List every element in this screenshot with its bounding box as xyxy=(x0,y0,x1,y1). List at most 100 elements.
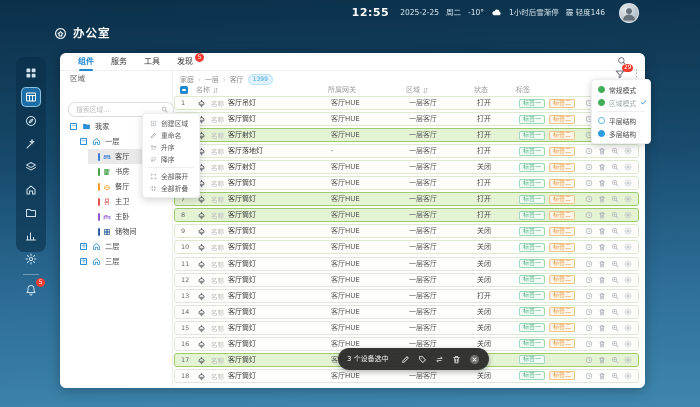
table-row[interactable]: 11 名称 客厅筒灯 客厅HUE 一层客厅 关闭 标签一 标签二 xyxy=(174,256,639,271)
context-menu-item[interactable]: 重命名 xyxy=(143,129,199,141)
context-menu-item[interactable]: 全部展开 xyxy=(143,170,199,182)
rail-item-automation[interactable] xyxy=(22,158,40,176)
inspect-icon[interactable] xyxy=(611,276,619,284)
delete-icon[interactable] xyxy=(598,356,606,364)
rail-item-scene[interactable] xyxy=(22,135,40,153)
timer-icon[interactable] xyxy=(585,324,593,332)
delete-icon[interactable] xyxy=(598,227,606,235)
rail-item-settings[interactable] xyxy=(22,250,40,268)
row-settings-icon[interactable] xyxy=(624,147,632,155)
delete-icon[interactable] xyxy=(598,372,606,380)
tab-1[interactable]: 组件 xyxy=(78,56,94,71)
timer-icon[interactable] xyxy=(585,163,593,171)
view-menu-item[interactable]: 常规模式 xyxy=(592,83,650,96)
delete-icon[interactable] xyxy=(598,340,606,348)
collapse-toggle[interactable]: − xyxy=(80,138,87,145)
delete-icon[interactable] xyxy=(598,260,606,268)
delete-icon[interactable] xyxy=(598,308,606,316)
row-settings-icon[interactable] xyxy=(624,275,632,284)
table-row[interactable]: 7 名称 客厅筒灯 客厅HUE 一层客厅 打开 标签一 标签二 xyxy=(174,192,639,207)
view-menu-item[interactable]: 多层结构 xyxy=(592,127,650,140)
inspect-icon[interactable] xyxy=(611,211,619,219)
delete-icon[interactable] xyxy=(598,211,606,219)
rail-item-home[interactable] xyxy=(22,181,40,199)
timer-icon[interactable] xyxy=(585,260,593,268)
rail-item-dashboard[interactable] xyxy=(22,64,40,82)
inspect-icon[interactable] xyxy=(611,243,619,251)
inspect-icon[interactable] xyxy=(611,195,619,203)
rail-item-files[interactable] xyxy=(22,204,40,222)
row-settings-icon[interactable] xyxy=(624,340,632,348)
table-row[interactable]: 5名称客厅射灯客厅HUE一层客厅关闭标签一标签二 xyxy=(174,160,639,175)
table-row[interactable]: 8 名称 客厅筒灯 客厅HUE 一层客厅 打开 标签一 标签二 xyxy=(174,208,639,223)
rail-item-statistics[interactable] xyxy=(22,227,40,245)
delete-icon[interactable] xyxy=(598,163,606,171)
avatar[interactable] xyxy=(619,3,639,23)
inspect-icon[interactable] xyxy=(611,179,619,187)
timer-icon[interactable] xyxy=(585,340,593,348)
collapse-toggle[interactable]: − xyxy=(70,123,77,130)
table-row[interactable]: 13 名称 客厅筒灯 客厅HUE 一层客厅 打开 标签一 标签二 xyxy=(174,288,639,303)
rail-item-devices[interactable] xyxy=(21,87,41,107)
close-icon[interactable] xyxy=(469,354,480,365)
table-row[interactable]: 18 名称 客厅筒灯 客厅HUE 一层客厅 关闭 标签一 标签二 xyxy=(174,368,639,383)
tag-icon[interactable] xyxy=(418,355,427,364)
timer-icon[interactable] xyxy=(585,356,593,364)
delete-icon[interactable] xyxy=(598,243,606,251)
table-row[interactable]: 1 名称 客厅吊灯 客厅HUE 一层客厅 打开 标签一 标签二 xyxy=(174,96,639,110)
timer-icon[interactable] xyxy=(585,292,593,300)
inspect-icon[interactable] xyxy=(611,356,619,364)
delete-icon[interactable] xyxy=(598,276,606,284)
inspect-icon[interactable] xyxy=(611,372,619,380)
delete-icon[interactable] xyxy=(452,355,461,364)
delete-icon[interactable] xyxy=(598,324,606,332)
inspect-icon[interactable] xyxy=(611,227,619,235)
timer-icon[interactable] xyxy=(585,211,593,219)
table-row[interactable]: 12 名称 客厅筒灯 客厅HUE 一层客厅 关闭 标签一 标签二 xyxy=(174,272,639,287)
timer-icon[interactable] xyxy=(585,195,593,203)
rail-item-notifications[interactable]: 5 xyxy=(22,278,45,299)
row-settings-icon[interactable] xyxy=(624,227,632,236)
context-menu-item[interactable]: 升序 xyxy=(143,141,199,153)
collapse-toggle[interactable]: + xyxy=(80,258,87,265)
view-menu-item[interactable]: 平层结构 xyxy=(592,114,650,127)
context-menu-item[interactable]: 全部折叠 xyxy=(143,182,199,194)
table-row[interactable]: 15 名称 客厅筒灯 客厅HUE 一层客厅 关闭 标签一 标签二 xyxy=(174,320,639,335)
row-settings-icon[interactable] xyxy=(624,259,632,268)
timer-icon[interactable] xyxy=(585,243,593,251)
row-settings-icon[interactable] xyxy=(624,372,632,380)
table-row[interactable]: 3名称客厅射灯客厅HUE一层客厅打开标签一标签二 xyxy=(174,128,639,143)
table-row[interactable]: 2名称客厅筒灯客厅HUE一层客厅打开标签一标签二 xyxy=(174,112,639,127)
edit-icon[interactable] xyxy=(401,355,410,364)
inspect-icon[interactable] xyxy=(611,163,619,171)
context-menu-item[interactable]: 降序 xyxy=(143,153,199,165)
tab-3[interactable]: 工具 xyxy=(144,56,160,67)
inspect-icon[interactable] xyxy=(611,308,619,316)
timer-icon[interactable] xyxy=(585,308,593,316)
collapse-toggle[interactable]: + xyxy=(80,243,87,250)
row-settings-icon[interactable] xyxy=(624,356,632,364)
rail-item-discover[interactable] xyxy=(22,112,40,130)
row-settings-icon[interactable] xyxy=(624,291,632,300)
inspect-icon[interactable] xyxy=(611,340,619,348)
inspect-icon[interactable] xyxy=(611,292,619,300)
tab-2[interactable]: 服务 xyxy=(111,56,127,67)
inspect-icon[interactable] xyxy=(611,324,619,332)
tree-floor[interactable]: + 二层 xyxy=(60,239,172,254)
table-row[interactable]: 9 名称 客厅筒灯 客厅HUE 一层客厅 关闭 标签一 标签二 xyxy=(174,224,639,239)
delete-icon[interactable] xyxy=(598,292,606,300)
tab-4[interactable]: 发现 5 xyxy=(177,53,204,67)
delete-icon[interactable] xyxy=(598,195,606,203)
timer-icon[interactable] xyxy=(585,276,593,284)
row-settings-icon[interactable] xyxy=(624,195,632,203)
table-row[interactable]: 14 名称 客厅筒灯 客厅HUE 一层客厅 关闭 标签一 标签二 xyxy=(174,304,639,319)
table-row[interactable]: 10 名称 客厅筒灯 客厅HUE 一层客厅 关闭 标签一 标签二 xyxy=(174,240,639,255)
tree-room[interactable]: 主卧 xyxy=(60,209,172,224)
row-settings-icon[interactable] xyxy=(624,179,632,187)
row-settings-icon[interactable] xyxy=(624,211,632,220)
delete-icon[interactable] xyxy=(598,147,606,155)
table-row[interactable]: 4名称客厅落地灯-一层客厅打开标签一标签二 xyxy=(174,144,639,159)
inspect-icon[interactable] xyxy=(611,260,619,268)
row-settings-icon[interactable] xyxy=(624,243,632,252)
row-settings-icon[interactable] xyxy=(624,307,632,316)
